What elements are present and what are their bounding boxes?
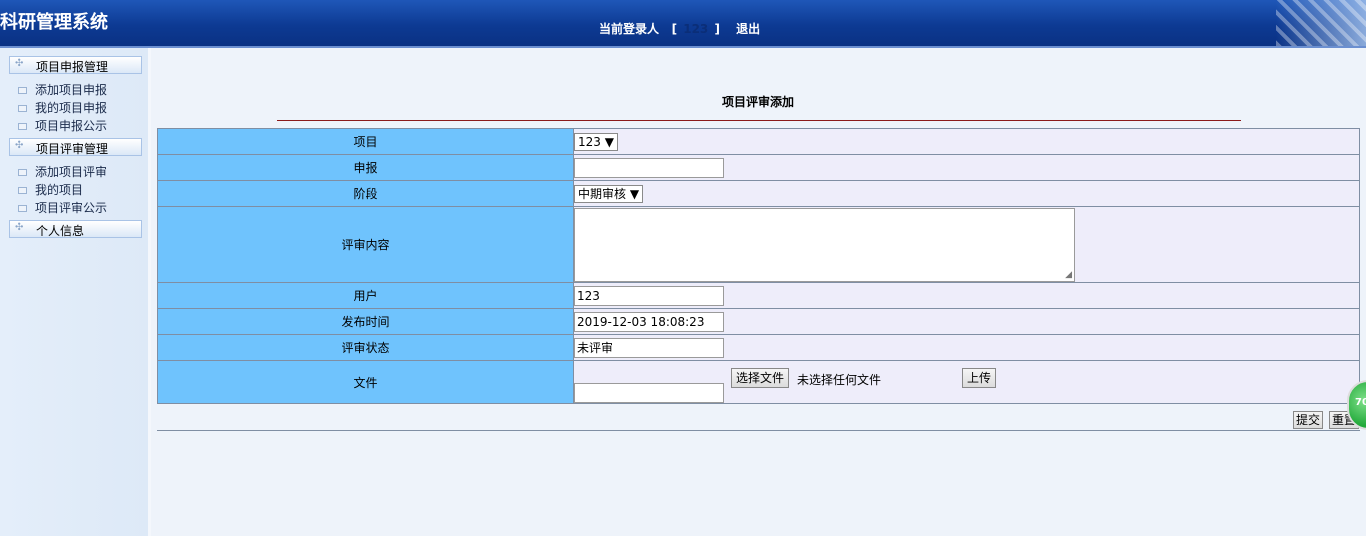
- logout-link[interactable]: 退出: [736, 22, 760, 36]
- form-row-user: 用户 123: [157, 282, 1360, 309]
- current-user: 123: [683, 22, 709, 36]
- field-label: 申报: [157, 154, 574, 181]
- form-row-project: 项目 123 ▼: [157, 128, 1360, 155]
- upload-button[interactable]: 上传: [962, 368, 997, 388]
- user-input[interactable]: 123: [574, 285, 724, 306]
- menu-group-project-review[interactable]: ✣ 项目评审管理: [9, 138, 142, 156]
- sidebar-item-add-review[interactable]: 添加项目评审: [18, 163, 107, 179]
- page-title: 项目评审添加: [722, 95, 795, 109]
- form-row-publish-time: 发布时间 2019-12-03 18:08:23: [157, 308, 1360, 335]
- sidebar-item-add-declare[interactable]: 添加项目申报: [18, 81, 107, 97]
- menu-group-label: 项目评审管理: [36, 142, 109, 156]
- sidebar-item-label: 添加项目评审: [35, 165, 108, 179]
- form-row-content: 评审内容 ◢: [157, 206, 1360, 283]
- menu-group-label: 项目申报管理: [36, 60, 109, 74]
- sidebar-item-label: 项目评审公示: [35, 201, 108, 215]
- resize-grip-icon[interactable]: ◢: [1065, 270, 1072, 280]
- sidebar-item-declare-public[interactable]: 项目申报公示: [18, 117, 107, 133]
- field-label: 用户: [157, 282, 574, 309]
- form-row-stage: 阶段 中期审核 ▼: [157, 180, 1360, 207]
- main-content: 项目评审添加 项目 123 ▼ 申报 阶段 中期审核 ▼ 评审内容 ◢ 用户 1: [151, 48, 1366, 536]
- review-content-textarea[interactable]: ◢: [574, 208, 1075, 282]
- no-file-text: 未选择任何文件: [797, 373, 882, 387]
- bullet-icon: [18, 105, 27, 112]
- sidebar-item-my-declare[interactable]: 我的项目申报: [18, 99, 107, 115]
- field-label: 评审状态: [157, 334, 574, 361]
- expand-icon: ✣: [15, 140, 24, 151]
- form-row-file: 文件 选择文件 未选择任何文件 上传: [157, 360, 1360, 404]
- form-row-status: 评审状态 未评审: [157, 334, 1360, 361]
- sidebar-item-label: 我的项目: [35, 183, 84, 197]
- app-title: 科研管理系统: [0, 12, 108, 33]
- bullet-icon: [18, 123, 27, 130]
- sidebar: ✣ 项目申报管理 添加项目申报 我的项目申报 项目申报公示 ✣ 项目评审管理 添…: [0, 48, 151, 536]
- sidebar-item-label: 添加项目申报: [35, 83, 108, 97]
- badge-value: 70: [1355, 397, 1366, 408]
- top-header: 科研管理系统 当前登录人 [ 123 ] 退出: [0, 0, 1366, 48]
- field-label: 发布时间: [157, 308, 574, 335]
- declare-input[interactable]: [574, 157, 724, 178]
- field-label: 阶段: [157, 180, 574, 207]
- menu-group-project-declare[interactable]: ✣ 项目申报管理: [9, 56, 142, 74]
- file-cell: 选择文件 未选择任何文件 上传: [574, 361, 1359, 403]
- header-decoration: [1276, 0, 1366, 46]
- file-path-input[interactable]: [574, 383, 724, 403]
- publish-time-input[interactable]: 2019-12-03 18:08:23: [574, 311, 724, 332]
- review-status-input[interactable]: 未评审: [574, 337, 724, 358]
- expand-icon: ✣: [15, 222, 24, 233]
- review-form-table: 项目 123 ▼ 申报 阶段 中期审核 ▼ 评审内容 ◢ 用户 123 发布时间: [157, 128, 1360, 404]
- bracket-open: [: [671, 22, 678, 36]
- form-row-declare: 申报: [157, 154, 1360, 181]
- stage-select[interactable]: 中期审核 ▼: [574, 184, 644, 203]
- submit-button[interactable]: 提交: [1293, 411, 1324, 429]
- bracket-close: ]: [714, 22, 720, 36]
- sidebar-item-my-project[interactable]: 我的项目: [18, 181, 83, 197]
- bullet-icon: [18, 205, 27, 212]
- bullet-icon: [18, 87, 27, 94]
- sidebar-item-label: 项目申报公示: [35, 119, 108, 133]
- actions-divider: [157, 430, 1360, 431]
- title-divider: [277, 120, 1241, 121]
- login-label: 当前登录人: [599, 22, 660, 36]
- field-label: 项目: [157, 128, 574, 155]
- field-label: 评审内容: [157, 206, 574, 283]
- choose-file-button[interactable]: 选择文件: [731, 368, 790, 388]
- login-info: 当前登录人 [ 123 ] 退出: [599, 20, 760, 37]
- bullet-icon: [18, 187, 27, 194]
- bullet-icon: [18, 169, 27, 176]
- project-select[interactable]: 123 ▼: [574, 132, 618, 151]
- menu-group-personal-info[interactable]: ✣ 个人信息: [9, 220, 142, 238]
- menu-group-label: 个人信息: [36, 224, 85, 238]
- field-label: 文件: [157, 360, 574, 404]
- expand-icon: ✣: [15, 58, 24, 69]
- sidebar-item-review-public[interactable]: 项目评审公示: [18, 199, 107, 215]
- sidebar-item-label: 我的项目申报: [35, 101, 108, 115]
